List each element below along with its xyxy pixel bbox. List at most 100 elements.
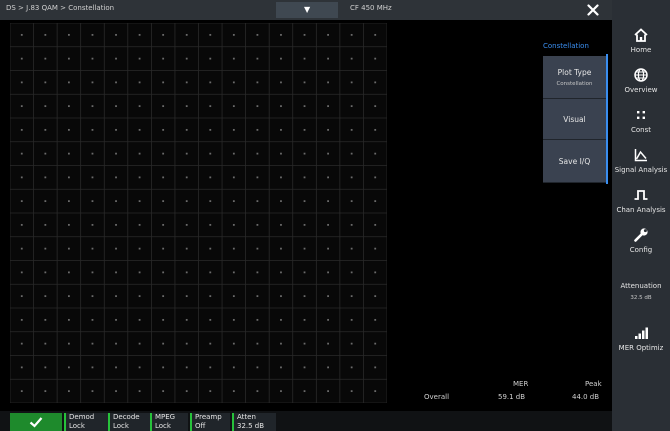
status-demod-value: Lock (69, 421, 85, 430)
constellation-point (20, 295, 23, 298)
constellation-point (303, 200, 306, 203)
constellation-point (68, 176, 70, 179)
constellation-point (327, 128, 329, 131)
constellation-point (327, 271, 329, 274)
constellation-point (209, 318, 212, 321)
constellation-point (232, 342, 235, 345)
constellation-point (374, 81, 377, 84)
constellation-point (44, 128, 47, 131)
sidebar-item-const[interactable]: Const (612, 100, 670, 140)
constellation-point (44, 271, 47, 274)
constellation-point (162, 342, 165, 345)
constellation-point (350, 128, 353, 131)
constellation-point (185, 152, 188, 155)
attenuation-readout[interactable]: Attenuation 32.5 dB (612, 282, 670, 301)
constellation-point (350, 223, 353, 226)
constellation-point (138, 57, 141, 60)
constellation-point (350, 33, 353, 36)
constellation-point (327, 247, 329, 250)
constellation-point (256, 128, 259, 131)
save-iq-button[interactable]: Save I/Q (543, 140, 606, 183)
constellation-point (20, 105, 23, 108)
constellation-point (280, 176, 282, 179)
constellation-point (68, 223, 70, 226)
constellation-point (162, 128, 165, 131)
constellation-point (68, 295, 70, 298)
constellation-point (68, 342, 70, 345)
constellation-point (256, 271, 259, 274)
constellation-point (115, 271, 117, 274)
constellation-point (280, 200, 282, 203)
constellation-point (327, 295, 329, 298)
constellation-point (303, 342, 306, 345)
constellation-point (232, 318, 235, 321)
constellation-point (20, 271, 23, 274)
constellation-point (256, 247, 259, 250)
constellation-point (115, 318, 117, 321)
constellation-point (20, 128, 23, 131)
constellation-point (162, 176, 165, 179)
constellation-point (350, 318, 353, 321)
constellation-point (115, 223, 117, 226)
constellation-point (115, 57, 117, 60)
constellation-point (162, 366, 165, 369)
constellation-point (162, 105, 165, 108)
constellation-point (91, 128, 94, 131)
constellation-point (232, 247, 235, 250)
constellation-canvas (10, 23, 387, 403)
constellation-point (138, 200, 141, 203)
status-atten: Atten 32.5 dB (232, 413, 276, 431)
constellation-point (303, 176, 306, 179)
constellation-point (91, 247, 94, 250)
constellation-point (374, 200, 377, 203)
sidebar-item-overview[interactable]: Overview (612, 60, 670, 100)
plot-type-button[interactable]: Plot Type Constellation (543, 56, 606, 99)
status-decode-value: Lock (113, 421, 129, 430)
constellation-point (20, 152, 23, 155)
save-iq-label: Save I/Q (558, 156, 591, 166)
constellation-point (303, 128, 306, 131)
constellation-point (256, 390, 259, 393)
status-atten-label: Atten (237, 413, 256, 421)
constellation-point (209, 105, 212, 108)
constellation-point (44, 200, 47, 203)
constellation-point (280, 318, 282, 321)
close-button[interactable] (574, 0, 612, 20)
constellation-point (68, 318, 70, 321)
sidebar-item-chan-analysis[interactable]: Chan Analysis (612, 180, 670, 220)
constellation-point (374, 366, 377, 369)
status-decode-label: Decode (113, 413, 140, 421)
constellation-point (20, 247, 23, 250)
wrench-icon (634, 227, 648, 242)
constellation-point (162, 200, 165, 203)
constellation-point (162, 57, 165, 60)
attenuation-value: 32.5 dB (630, 295, 652, 301)
constellation-point (303, 366, 306, 369)
constellation-point (162, 390, 165, 393)
constellation-point (232, 33, 235, 36)
constellation-point (374, 33, 377, 36)
visual-button[interactable]: Visual (543, 99, 606, 140)
constellation-point (327, 390, 329, 393)
constellation-point (256, 57, 259, 60)
sidebar-item-mer-optimize[interactable]: MER Optimiz (612, 320, 670, 356)
constellation-point (44, 33, 47, 36)
constellation-point (138, 128, 141, 131)
constellation-point (350, 390, 353, 393)
constellation-point (185, 271, 188, 274)
constellation-point (68, 128, 70, 131)
constellation-point (20, 33, 23, 36)
constellation-point (115, 176, 117, 179)
constellation-point (327, 152, 329, 155)
constellation-point (256, 342, 259, 345)
globe-icon (634, 67, 648, 82)
plot-type-value: Constellation (556, 80, 593, 87)
sidebar-item-home[interactable]: Home (612, 20, 670, 60)
sidebar-item-config[interactable]: Config (612, 220, 670, 260)
visual-label: Visual (563, 114, 586, 124)
frequency-dropdown[interactable]: ▼ (276, 2, 338, 18)
constellation-point (327, 342, 329, 345)
menu-accent-bar (606, 54, 608, 184)
constellation-point (209, 271, 212, 274)
sidebar-item-signal-analysis[interactable]: Signal Analysis (612, 140, 670, 180)
